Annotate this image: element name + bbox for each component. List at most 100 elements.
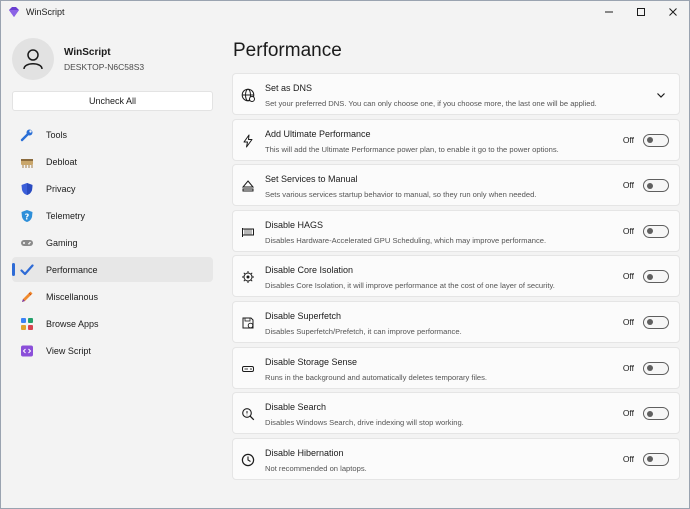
disable-core-isolation-toggle[interactable] <box>643 270 669 284</box>
save-icon <box>241 316 255 330</box>
sidebar-item-gaming[interactable]: Gaming <box>12 230 213 255</box>
disable-hags-toggle[interactable] <box>643 224 669 238</box>
maximize-button[interactable] <box>625 1 657 23</box>
maximize-icon <box>637 8 645 16</box>
disable-superfetch-toggle[interactable] <box>643 315 669 329</box>
broom-icon <box>20 155 34 169</box>
window-controls <box>593 1 689 23</box>
app-window: WinScript WinScript DESKTOP-N6C58S3 Unch… <box>0 0 690 509</box>
drive-icon <box>241 362 255 376</box>
disable-storage-sense-toggle[interactable] <box>643 361 669 375</box>
shield-icon <box>20 182 34 196</box>
sidebar-item-label: Debloat <box>46 156 78 167</box>
info-shield-icon: ? <box>20 209 34 223</box>
option-description: Runs in the background and automatically… <box>265 372 488 382</box>
search-doc-icon <box>241 407 255 421</box>
sidebar-item-label: Privacy <box>46 183 76 194</box>
page-title: Performance <box>233 40 342 61</box>
sidebar-item-label: Performance <box>46 264 98 275</box>
disable-search-toggle[interactable] <box>643 407 669 421</box>
option-set-services-to-manual: Set Services to Manual Sets various serv… <box>232 164 680 207</box>
sidebar-item-privacy[interactable]: Privacy <box>12 176 213 201</box>
option-disable-core-isolation: Disable Core Isolation Disables Core Iso… <box>232 255 680 298</box>
option-disable-hibernation: Disable Hibernation Not recommended on l… <box>232 437 680 480</box>
option-title: Disable Hibernation <box>265 447 344 458</box>
apps-icon <box>20 317 34 331</box>
option-disable-search: Disable Search Disables Windows Search, … <box>232 392 680 435</box>
sidebar-item-label: View Script <box>46 345 91 356</box>
wrench-icon <box>20 128 34 142</box>
option-description: Disables Hardware-Accelerated GPU Schedu… <box>265 235 547 245</box>
user-icon <box>23 49 43 70</box>
code-icon <box>20 344 34 358</box>
option-add-ultimate-performance: Add Ultimate Performance This will add t… <box>232 118 680 161</box>
eject-icon <box>241 179 255 193</box>
sidebar-item-performance[interactable]: Performance <box>12 257 213 282</box>
sidebar-item-debloat[interactable]: Debloat <box>12 149 213 174</box>
close-icon <box>669 8 677 16</box>
globe-icon <box>241 88 255 102</box>
disable-hibernation-toggle[interactable] <box>643 452 669 466</box>
option-title: Disable HAGS <box>265 219 324 230</box>
sidebar-item-label: Tools <box>46 129 68 140</box>
toggle-state-label: Off <box>622 362 634 373</box>
option-disable-superfetch: Disable Superfetch Disables Superfetch/P… <box>232 300 680 343</box>
toggle-state-label: Off <box>622 316 634 327</box>
minimize-button[interactable] <box>593 1 625 23</box>
minimize-icon <box>605 11 613 13</box>
lightning-icon <box>241 134 255 148</box>
sidebar-item-label: Browse Apps <box>46 318 99 329</box>
close-button[interactable] <box>657 1 689 23</box>
toggle-state-label: Off <box>622 271 634 282</box>
add-ultimate-performance-toggle[interactable] <box>643 133 669 147</box>
gpu-icon <box>241 225 255 239</box>
option-description: This will add the Ultimate Performance p… <box>265 144 559 154</box>
sidebar-item-telemetry[interactable]: ? Telemetry <box>12 203 213 228</box>
option-title: Disable Superfetch <box>265 310 342 321</box>
option-disable-storage-sense: Disable Storage Sense Runs in the backgr… <box>232 346 680 389</box>
uncheck-all-button[interactable]: Uncheck All <box>12 91 213 111</box>
option-set-as-dns[interactable]: Set as DNS Set your preferred DNS. You c… <box>232 73 680 115</box>
option-title: Disable Storage Sense <box>265 356 358 367</box>
profile-card: WinScript DESKTOP-N6C58S3 <box>12 38 144 80</box>
option-title: Disable Search <box>265 402 327 413</box>
window-title: WinScript <box>26 7 65 17</box>
option-description: Disables Windows Search, drive indexing … <box>265 418 464 428</box>
toggle-state-label: Off <box>622 180 634 191</box>
checkmark-icon <box>20 263 34 277</box>
toggle-state-label: Off <box>622 134 634 145</box>
profile-name: WinScript <box>64 46 111 58</box>
sidebar-item-tools[interactable]: Tools <box>12 122 213 147</box>
set-services-to-manual-toggle[interactable] <box>643 179 669 193</box>
sidebar-item-browse-apps[interactable]: Browse Apps <box>12 311 213 336</box>
option-description: Sets various services startup behavior t… <box>265 190 537 200</box>
options-list: Set as DNS Set your preferred DNS. You c… <box>232 73 680 483</box>
sidebar-item-label: Miscellanous <box>46 291 99 302</box>
svg-text:?: ? <box>25 212 30 221</box>
clock-icon <box>241 453 255 467</box>
app-logo-icon <box>9 7 19 17</box>
option-description: Disables Superfetch/Prefetch, it can imp… <box>265 326 462 336</box>
sidebar-item-view-script[interactable]: View Script <box>12 338 213 363</box>
gamepad-icon <box>20 236 34 250</box>
sidebar-item-label: Gaming <box>46 237 78 248</box>
option-title: Set Services to Manual <box>265 174 358 185</box>
option-title: Set as DNS <box>265 83 313 93</box>
machine-name: DESKTOP-N6C58S3 <box>64 61 145 72</box>
toggle-state-label: Off <box>622 225 634 236</box>
avatar <box>12 38 54 80</box>
option-description: Not recommended on laptops. <box>265 463 367 473</box>
toggle-state-label: Off <box>622 453 634 464</box>
sidebar-item-miscellanous[interactable]: Miscellanous <box>12 284 213 309</box>
sidebar-nav: Tools Debloat Privacy ? Telemetry Gaming <box>12 122 213 365</box>
cpu-gear-icon <box>241 270 255 284</box>
sidebar-item-label: Telemetry <box>46 210 86 221</box>
option-description: Set your preferred DNS. You can only cho… <box>265 99 597 108</box>
chevron-down-icon[interactable] <box>655 89 667 101</box>
toggle-state-label: Off <box>622 408 634 419</box>
option-description: Disables Core Isolation, it will improve… <box>265 281 555 291</box>
pencil-icon <box>20 290 34 304</box>
option-disable-hags: Disable HAGS Disables Hardware-Accelerat… <box>232 209 680 252</box>
option-title: Add Ultimate Performance <box>265 128 371 139</box>
option-title: Disable Core Isolation <box>265 265 354 276</box>
